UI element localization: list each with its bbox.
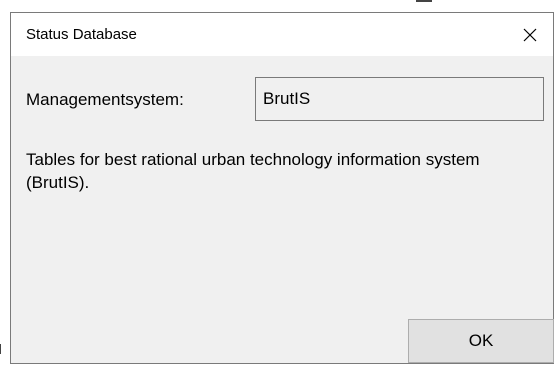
description-text: Tables for best rational urban technolog… xyxy=(26,150,480,192)
ok-button[interactable]: OK xyxy=(408,319,554,363)
status-database-dialog: Status Database Managementsystem: BrutIS… xyxy=(10,12,554,364)
managementsystem-field: BrutIS xyxy=(255,77,544,121)
close-button[interactable] xyxy=(507,13,553,56)
dialog-title: Status Database xyxy=(26,26,137,43)
background-window-edge xyxy=(416,0,432,2)
background-window-edge-left xyxy=(0,344,1,354)
title-bar[interactable]: Status Database xyxy=(11,13,553,56)
close-icon xyxy=(522,27,538,43)
managementsystem-value: BrutIS xyxy=(263,89,311,108)
managementsystem-label: Managementsystem: xyxy=(26,90,184,109)
